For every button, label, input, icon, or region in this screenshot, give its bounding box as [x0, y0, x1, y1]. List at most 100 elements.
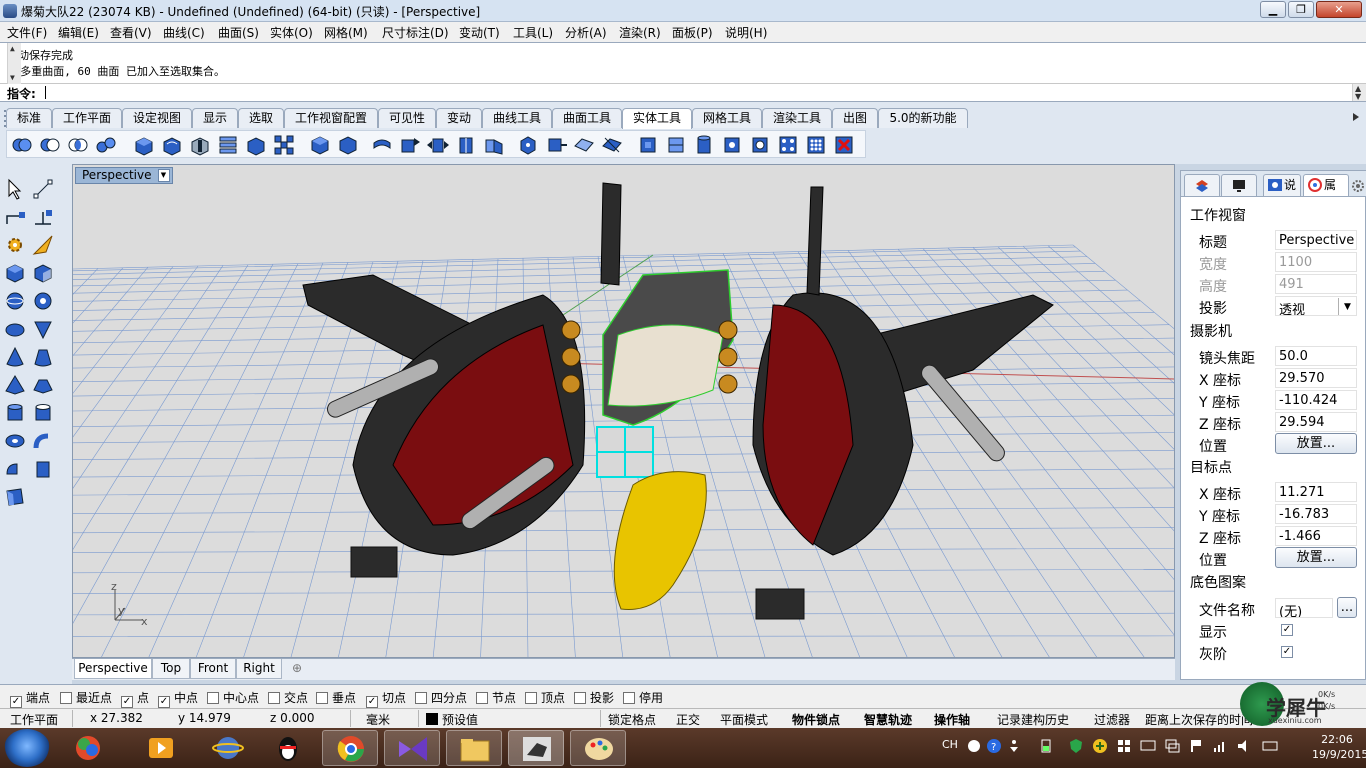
show-checkbox[interactable]: ✓ — [1281, 624, 1293, 636]
prop-cam-z-field[interactable]: 29.594 — [1275, 412, 1357, 432]
windows-flag-icon[interactable] — [1116, 738, 1132, 754]
truncated-pyramid-icon[interactable] — [32, 374, 54, 396]
gear-icon[interactable] — [4, 234, 26, 256]
cylinder-icon[interactable] — [4, 402, 26, 424]
status-layer[interactable]: 预设值 — [442, 711, 478, 728]
scroll-down-icon[interactable]: ▼ — [1355, 92, 1361, 101]
cone-icon[interactable] — [4, 346, 26, 368]
osnap-point[interactable]: ✓ 点 — [121, 689, 149, 708]
menu-solid[interactable]: 实体(O) — [270, 24, 313, 41]
move-face-icon[interactable] — [371, 134, 393, 156]
taskbar-app-qq[interactable] — [260, 730, 316, 766]
layer-color-swatch[interactable] — [426, 713, 438, 725]
make-hole-icon[interactable] — [721, 134, 743, 156]
osnap-end[interactable]: ✓ 端点 — [10, 689, 50, 708]
prop-tgt-y-field[interactable]: -16.783 — [1275, 504, 1357, 524]
command-scrollbar[interactable]: ▲ ▼ — [1352, 84, 1366, 101]
osnap-knot[interactable]: 节点 — [476, 689, 516, 706]
cap-planar-holes-icon[interactable] — [245, 134, 267, 156]
tube-icon[interactable] — [32, 402, 54, 424]
prop-title-field[interactable]: Perspective — [1275, 230, 1357, 250]
tab-set-view[interactable]: 设定视图 — [122, 108, 192, 128]
tab-solid-tools[interactable]: 实体工具 — [622, 108, 692, 129]
point-icon[interactable] — [32, 178, 54, 200]
taskbar-app-paint[interactable] — [570, 730, 626, 766]
cylinder-hole-icon[interactable] — [693, 134, 715, 156]
box-2-icon[interactable] — [32, 262, 54, 284]
place-hole-icon[interactable] — [749, 134, 771, 156]
help-tray-icon[interactable]: ? — [986, 738, 1002, 754]
checkbox[interactable] — [316, 692, 328, 704]
maximize-button[interactable]: ❐ — [1288, 1, 1314, 18]
merge-faces-icon[interactable] — [517, 134, 539, 156]
camera-place-button[interactable]: 放置... — [1275, 433, 1357, 454]
sphere-icon[interactable] — [4, 290, 26, 312]
system-clock[interactable]: 22:06 19/9/2015 — [1312, 732, 1366, 762]
viewport-tab-front[interactable]: Front — [190, 659, 236, 679]
flag-icon[interactable] — [1188, 738, 1204, 754]
status-planar[interactable]: 平面模式 — [720, 711, 768, 728]
pipe-icon[interactable] — [32, 430, 54, 452]
prop-cam-y-field[interactable]: -110.424 — [1275, 390, 1357, 410]
checkbox[interactable]: ✓ — [121, 696, 133, 708]
rebuild-edges-icon[interactable] — [545, 134, 567, 156]
taskbar-app-photos[interactable] — [60, 730, 116, 766]
osnap-vertex[interactable]: 顶点 — [525, 689, 565, 706]
status-osnap[interactable]: 物件锁点 — [792, 711, 840, 728]
boolean-intersection-icon[interactable] — [67, 134, 89, 156]
osnap-near[interactable]: 最近点 — [60, 689, 112, 706]
tab-mesh-tools[interactable]: 网格工具 — [692, 108, 762, 128]
checkbox[interactable] — [415, 692, 427, 704]
status-filter[interactable]: 过滤器 — [1094, 711, 1130, 728]
checkbox[interactable]: ✓ — [10, 696, 22, 708]
taskbar-app-chrome[interactable] — [322, 730, 378, 766]
checkbox[interactable] — [574, 692, 586, 704]
menu-dimension[interactable]: 尺寸标注(D) — [382, 24, 449, 41]
prop-focal-field[interactable]: 50.0 — [1275, 346, 1357, 366]
left-tail-fin[interactable] — [600, 182, 622, 286]
scroll-up-icon[interactable]: ▲ — [10, 44, 15, 53]
delete-hole-icon[interactable] — [833, 134, 855, 156]
chamfer-edge-icon[interactable] — [189, 134, 211, 156]
tab-curve-tools[interactable]: 曲线工具 — [482, 108, 552, 128]
osnap-perp[interactable]: 垂点 — [316, 689, 356, 706]
checkbox[interactable] — [525, 692, 537, 704]
extrude-face-icon[interactable] — [217, 134, 239, 156]
keyboard-icon[interactable] — [1262, 738, 1278, 754]
grayscale-checkbox[interactable]: ✓ — [1281, 646, 1293, 658]
taskbar-app-explorer[interactable] — [446, 730, 502, 766]
tab-cplanes[interactable]: 工作平面 — [52, 108, 122, 128]
signal-bars-icon[interactable] — [1212, 738, 1228, 754]
solid-slab-icon[interactable] — [337, 134, 359, 156]
taskbar-app-vs[interactable] — [384, 730, 440, 766]
tab-transform[interactable]: 变动 — [436, 108, 482, 128]
checkbox[interactable]: ✓ — [158, 696, 170, 708]
history-scrollbar[interactable]: ▲ ▼ — [7, 43, 21, 85]
tab-layers[interactable] — [1184, 174, 1220, 196]
paraboloid-icon[interactable] — [32, 318, 54, 340]
array-hole-grid-icon[interactable] — [805, 134, 827, 156]
line-icon[interactable] — [32, 206, 54, 228]
shell-icon[interactable] — [273, 134, 295, 156]
menu-file[interactable]: 文件(F) — [7, 24, 47, 41]
menu-panels[interactable]: 面板(P) — [672, 24, 713, 41]
antivirus-plus-icon[interactable] — [1092, 738, 1108, 754]
extract-wireframe-icon[interactable] — [665, 134, 687, 156]
menu-edit[interactable]: 编辑(E) — [58, 24, 99, 41]
tab-display[interactable]: 显示 — [192, 108, 238, 128]
array-hole-icon[interactable] — [777, 134, 799, 156]
network-status-icon[interactable] — [1164, 738, 1180, 754]
extrude-2-icon[interactable] — [32, 458, 54, 480]
boolean-difference-icon[interactable] — [39, 134, 61, 156]
checkbox[interactable] — [207, 692, 219, 704]
torus-icon[interactable] — [4, 430, 26, 452]
status-grid-snap[interactable]: 锁定格点 — [608, 711, 656, 728]
tab-render-tools[interactable]: 渲染工具 — [762, 108, 832, 128]
panel-settings-gear-icon[interactable] — [1351, 179, 1365, 193]
osnap-int[interactable]: 交点 — [268, 689, 308, 706]
checkbox[interactable] — [623, 692, 635, 704]
tab-whats-new[interactable]: 5.0的新功能 — [878, 108, 968, 128]
extrude-icon[interactable] — [4, 458, 26, 480]
menu-help[interactable]: 说明(H) — [725, 24, 767, 41]
menu-curve[interactable]: 曲线(C) — [163, 24, 205, 41]
